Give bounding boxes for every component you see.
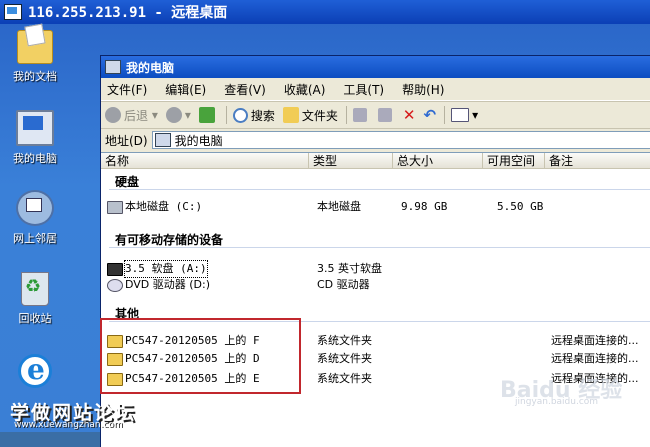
chevron-down-icon: ▾ [184,108,191,122]
remote-desktop-title: 116.255.213.91 - 远程桌面 [28,5,228,21]
my-computer-small-icon [105,60,121,74]
search-label: 搜索 [250,108,275,123]
forward-button[interactable]: ▾ [165,107,191,123]
back-button[interactable]: 后退 ▾ [105,107,158,124]
delete-button[interactable]: ✕ [403,106,416,124]
item-total-size: 9.98 GB [401,200,448,213]
column-header-free-space[interactable]: 可用空间 [483,153,545,169]
group-header-removable-storage: 有可移动存储的设备 [115,233,224,247]
folders-button[interactable]: 文件夹 [282,107,338,124]
chevron-down-icon: ▾ [148,108,158,122]
menu-tools[interactable]: 工具(T) [343,81,384,98]
item-name: 3.5 软盘 (A:) [124,260,208,278]
my-computer-small-icon [154,133,171,147]
annotation-highlight-box [100,318,301,394]
desktop-icon-label: 网上邻居 [13,232,57,245]
folders-label: 文件夹 [301,108,338,123]
desktop-icon-label: 回收站 [18,312,52,325]
dvd-drive-icon [107,279,123,292]
internet-explorer-icon [18,353,52,388]
menu-view[interactable]: 查看(V) [224,81,266,98]
column-header-type[interactable]: 类型 [309,153,393,169]
chevron-down-icon: ▾ [472,108,479,122]
list-item-local-disk-c[interactable]: 本地磁盘 (C:) 本地磁盘 9.98 GB 5.50 GB [101,199,650,215]
column-header-comments[interactable]: 备注 [545,153,650,169]
item-type: 系统文件夹 [317,334,372,347]
desktop-icon-my-documents[interactable]: 我的文档 [4,30,66,84]
item-type: 系统文件夹 [317,352,372,365]
desktop-icon-internet-explorer[interactable] [4,353,66,392]
standard-toolbar: 后退 ▾ ▾ 搜索 文件夹 ✕ ↶ ▾ [101,101,650,129]
toolbar-separator [345,106,347,124]
item-free-space: 5.50 GB [497,200,544,213]
group-divider [109,189,650,190]
address-field[interactable]: 我的电脑 [151,131,650,149]
undo-button[interactable]: ↶ [424,106,437,124]
site-watermark-url: www.xuewangzhan.com [14,420,123,430]
item-comment: 远程桌面连接的... [551,352,639,365]
menu-bar: 文件(F) 编辑(E) 查看(V) 收藏(A) 工具(T) 帮助(H) [101,78,650,101]
move-to-icon [352,108,367,122]
menu-help[interactable]: 帮助(H) [402,81,444,98]
column-header-total-size[interactable]: 总大小 [393,153,483,169]
group-divider [109,247,650,248]
search-button[interactable]: 搜索 [232,107,275,124]
views-icon [451,108,470,122]
address-bar: 地址(D) 我的电脑 [101,129,650,151]
item-name: DVD 驱动器 (D:) [125,278,211,291]
desktop-icon-label: 我的电脑 [13,152,57,165]
documents-folder-icon [17,30,53,64]
copy-to-button[interactable] [377,108,395,122]
floppy-disk-icon [107,263,123,276]
recycle-bin-icon [21,272,49,306]
folders-icon [282,107,299,123]
up-button[interactable] [198,107,218,123]
my-computer-icon [16,110,54,146]
back-arrow-icon [105,107,121,123]
up-folder-icon [198,107,215,123]
move-to-button[interactable] [352,108,370,122]
menu-favorites[interactable]: 收藏(A) [284,81,326,98]
column-header-name[interactable]: 名称 [101,153,309,169]
address-label: 地址(D) [105,133,148,148]
desktop-icon-label: 我的文档 [13,70,57,83]
remote-desktop-title-bar: 116.255.213.91 - 远程桌面 [0,0,650,24]
item-comment: 远程桌面连接的... [551,334,639,347]
copy-to-icon [377,108,392,122]
item-type: 3.5 英寸软盘 [317,262,382,275]
group-header-hard-disks: 硬盘 [115,175,140,189]
desktop-icon-network-places[interactable]: 网上邻居 [4,190,66,246]
undo-icon: ↶ [423,106,437,124]
menu-file[interactable]: 文件(F) [107,81,147,98]
hard-disk-icon [107,201,123,214]
network-places-icon [16,190,54,226]
menu-edit[interactable]: 编辑(E) [165,81,206,98]
forward-arrow-icon [165,107,182,123]
search-icon [232,107,248,123]
desktop-icon-recycle-bin[interactable]: 回收站 [4,272,66,326]
remote-desktop-icon [4,4,22,20]
item-type: CD 驱动器 [317,278,370,291]
window-title: 我的电脑 [126,60,175,75]
item-type: 本地磁盘 [317,200,361,213]
toolbar-separator [225,106,227,124]
desktop-icon-my-computer[interactable]: 我的电脑 [4,110,66,166]
baidu-jingyan-url: jingyan.baidu.com [515,397,599,407]
delete-x-icon: ✕ [402,106,416,124]
item-type: 系统文件夹 [317,372,372,385]
item-name: 本地磁盘 (C:) [125,200,203,213]
list-item-dvd-d[interactable]: DVD 驱动器 (D:) CD 驱动器 [101,277,650,293]
list-item-floppy-a[interactable]: 3.5 软盘 (A:) 3.5 英寸软盘 [101,260,650,278]
address-value: 我的电脑 [174,133,223,148]
toolbar-separator [444,106,446,124]
back-label: 后退 [124,108,149,123]
views-button[interactable]: ▾ [451,108,478,122]
window-title-bar[interactable]: 我的电脑 [101,56,650,78]
